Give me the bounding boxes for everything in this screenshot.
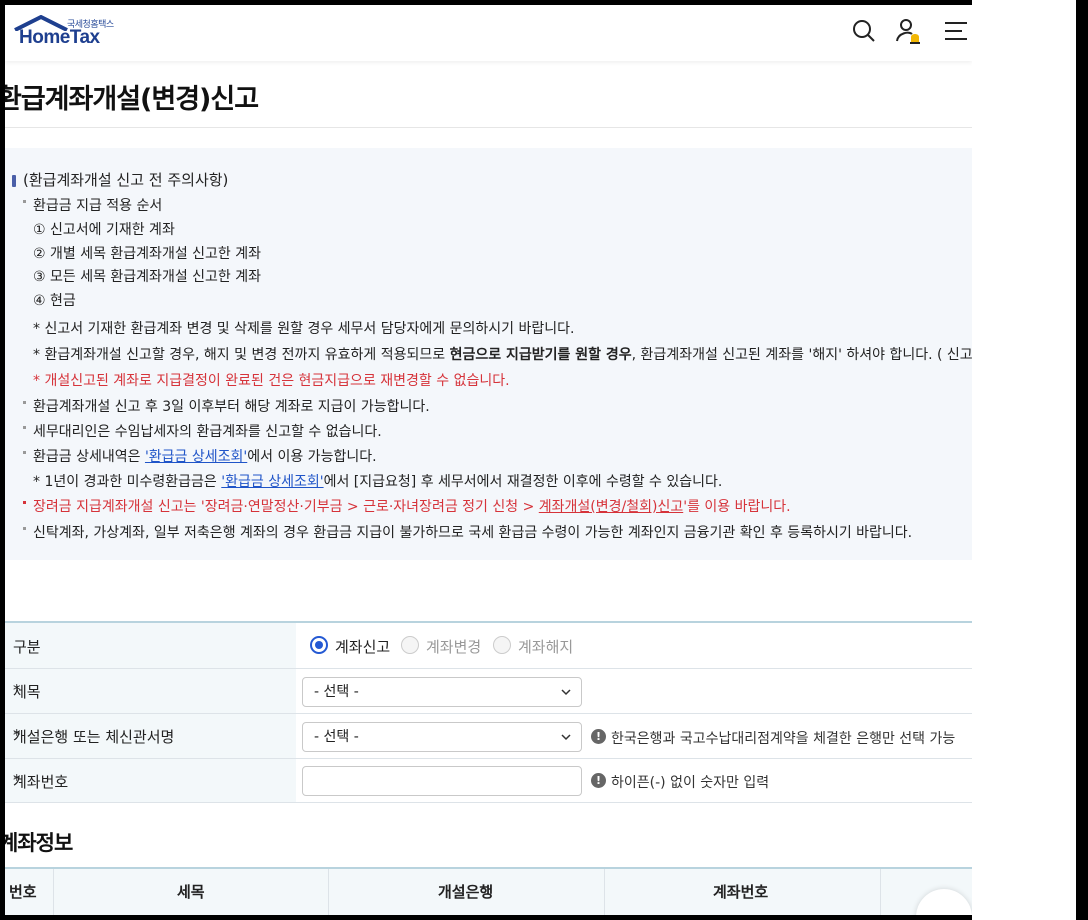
notice-heading: (환급계좌개설 신고 전 주의사항) (23, 171, 229, 189)
notice-bullet-1: 환급계좌개설 신고 후 3일 이후부터 해당 계좌로 지급이 가능합니다. (23, 396, 430, 416)
notice-star-1: * 신고서 기재한 환급계좌 변경 및 삭제를 원할 경우 세무서 담당자에게 … (33, 321, 575, 337)
notice-order-2: ② 개별 세목 환급계좌개설 신고한 계좌 (33, 246, 262, 262)
th-tax-item: 세목 (177, 883, 205, 901)
radio-label-cancel[interactable]: 계좌해지 (518, 636, 573, 657)
th-bank: 개설은행 (438, 883, 494, 901)
bank-select[interactable]: - 선택 - (302, 722, 582, 752)
notice-order-4: ④ 현금 (33, 293, 76, 309)
notice-order-3: ③ 모든 세목 환급계좌개설 신고한 계좌 (33, 269, 262, 285)
search-icon[interactable] (850, 17, 878, 45)
account-table-header: 번호 세목 개설은행 계좌번호 (5, 867, 972, 915)
logo-brand-text: HomeTax (19, 27, 100, 48)
exclamation-icon (12, 175, 16, 187)
th-account-number: 계좌번호 (713, 883, 769, 901)
radio-label-register[interactable]: 계좌신고 (335, 636, 390, 657)
form-row-tax-item: * 세목 - 선택 - (5, 669, 972, 714)
radio-account-cancel[interactable] (493, 636, 511, 654)
notice-bullet-4: 장려금 지급계좌개설 신고는 '장려금·연말정산·기부금 > 근로·자녀장려금 … (23, 496, 791, 516)
notice-bullet-3-sub: * 1년이 경과한 미수령환급금은 '환급금 상세조회'에서 [지급요청] 후 … (33, 474, 723, 490)
chevron-down-icon (561, 689, 571, 696)
notice-order-1: ① 신고서에 기재한 계좌 (33, 222, 175, 238)
tax-item-label: 세목 (13, 683, 41, 701)
form-row-type: 구분 계좌신고 계좌변경 계좌해지 (5, 623, 972, 669)
radio-account-register[interactable] (310, 636, 328, 654)
user-bell-icon[interactable] (895, 17, 923, 45)
bank-info-text: 한국은행과 국고수납대리점계약을 체결한 은행만 선택 가능 (611, 731, 956, 747)
th-number: 번호 (9, 883, 37, 901)
account-open-link[interactable]: 계좌개설(변경/철회)신고 (539, 499, 683, 515)
account-number-input[interactable] (302, 766, 582, 796)
notice-bullet-5: 신탁계좌, 가상계좌, 일부 저축은행 계좌의 경우 환급금 지급이 불가하므로… (23, 522, 912, 542)
page-right-margin (972, 0, 1088, 920)
notice-bullet-3: 환급금 상세내역은 '환급금 상세조회'에서 이용 가능합니다. (23, 446, 377, 466)
info-icon: ! (591, 773, 606, 788)
title-divider (5, 127, 972, 128)
refund-detail-link[interactable]: '환급금 상세조회' (145, 449, 247, 465)
form-row-bank: * 개설은행 또는 체신관서명 - 선택 - ! 한국은행과 국고수납대리점계약… (5, 714, 972, 759)
type-label: 구분 (13, 638, 41, 656)
bank-label: 개설은행 또는 체신관서명 (13, 728, 175, 746)
radio-label-change[interactable]: 계좌변경 (426, 636, 481, 657)
hometax-logo[interactable]: 국세청홈택스 HomeTax (13, 15, 123, 55)
notice-order-title: 환급금 지급 적용 순서 (23, 195, 162, 215)
notice-star-3: * 개설신고된 계좌로 지급결정이 완료된 건은 현금지급으로 재변경할 수 없… (33, 373, 510, 389)
tax-item-select[interactable]: - 선택 - (302, 677, 582, 707)
info-icon: ! (591, 729, 606, 744)
account-number-label: 계좌번호 (13, 773, 69, 791)
refund-detail-link-2[interactable]: '환급금 상세조회' (221, 474, 323, 490)
account-number-info-text: 하이픈(-) 없이 숫자만 입력 (611, 775, 770, 791)
section-account-info-title: 계좌정보 (5, 831, 73, 855)
notice-bullet-2: 세무대리인은 수임납세자의 환급계좌를 신고할 수 없습니다. (23, 421, 382, 441)
radio-account-change[interactable] (401, 636, 419, 654)
browser-viewport: 국세청홈택스 HomeTax 환급계좌개설(변경)신고 (환급계좌개설 신고 전… (5, 5, 972, 915)
form-row-account-number: * 계좌번호 ! 하이픈(-) 없이 숫자만 입력 (5, 759, 972, 803)
chevron-down-icon (561, 734, 571, 741)
site-header: 국세청홈택스 HomeTax (5, 5, 972, 61)
page-title: 환급계좌개설(변경)신고 (5, 84, 259, 115)
notice-star-2: * 환급계좌개설 신고할 경우, 해지 및 변경 전까지 유효하게 적용되므로 … (33, 347, 972, 363)
menu-icon[interactable] (942, 17, 970, 45)
